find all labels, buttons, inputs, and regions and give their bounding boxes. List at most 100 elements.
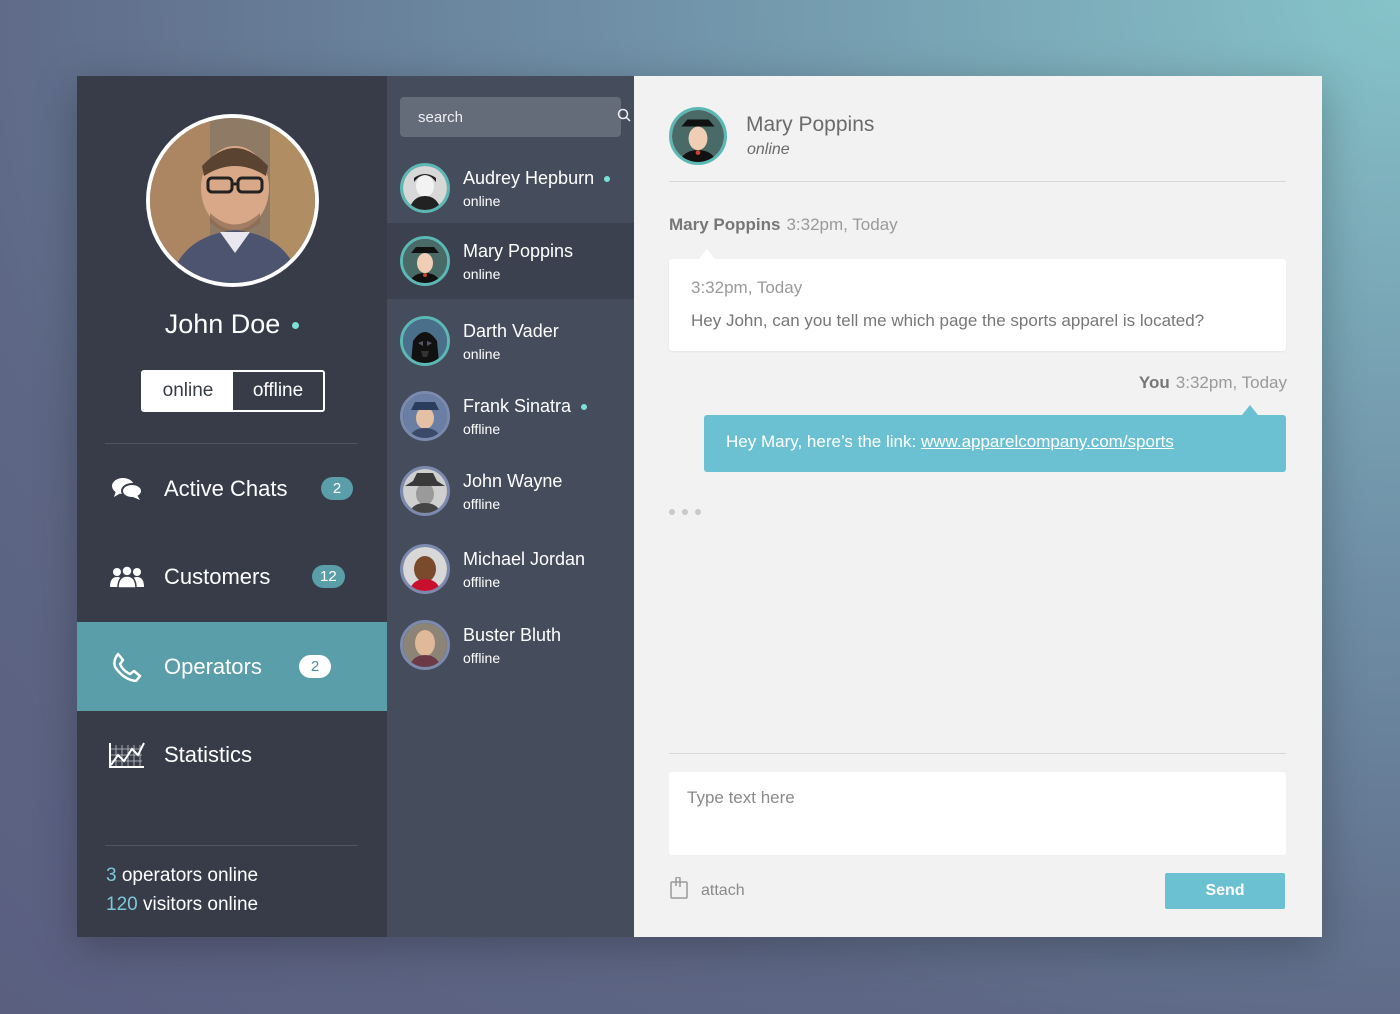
contact-name: Darth Vader: [463, 321, 559, 342]
message-text: Hey Mary, here’s the link: www.apparelco…: [726, 432, 1174, 452]
contact-name: Audrey Hepburn: [463, 167, 611, 189]
contact-item-john-wayne[interactable]: John Wayne offline: [387, 453, 634, 529]
contact-item-frank-sinatra[interactable]: Frank Sinatra offline: [387, 378, 634, 454]
nav-label: Statistics: [164, 741, 253, 767]
header-divider: [669, 181, 1286, 182]
operators-online-stat: 3 operators online: [106, 861, 258, 890]
contact-status: online: [463, 192, 501, 209]
online-dot: [581, 403, 588, 410]
search-box[interactable]: [400, 97, 631, 137]
outgoing-message-bubble: Hey Mary, here’s the link: www.apparelco…: [704, 405, 1286, 472]
chat-contact-name: Mary Poppins: [746, 113, 875, 136]
contact-name: Michael Jordan: [463, 549, 585, 570]
message-time: 3:32pm, Today: [1175, 373, 1287, 392]
message-input[interactable]: [687, 788, 1268, 839]
operators-label: operators online: [116, 865, 259, 886]
typing-dot: [669, 509, 675, 515]
contact-avatar: [400, 236, 450, 286]
send-button[interactable]: Send: [1165, 873, 1285, 909]
contact-status: offline: [463, 573, 501, 590]
nav-item-customers[interactable]: Customers 12: [77, 532, 387, 621]
status-online-option[interactable]: online: [143, 372, 233, 410]
nav-item-statistics[interactable]: Statistics: [77, 710, 387, 799]
contact-name: Buster Bluth: [463, 625, 561, 646]
contact-status: offline: [463, 420, 501, 437]
nav-label: Operators: [164, 653, 262, 679]
active-chats-badge: 2: [321, 477, 353, 500]
contact-status: offline: [463, 649, 501, 666]
nav-item-operators[interactable]: Operators 2: [77, 622, 387, 711]
contact-status: offline: [463, 495, 501, 512]
contact-item-mary-poppins[interactable]: Mary Poppins online: [387, 223, 634, 299]
contact-name-text: Michael Jordan: [463, 548, 586, 569]
chat-bubbles-icon: [107, 474, 147, 504]
message-text-prefix: Hey Mary, here’s the link:: [726, 432, 921, 451]
message-sender: You: [1138, 373, 1170, 392]
contact-item-audrey-hepburn[interactable]: Audrey Hepburn online: [387, 150, 634, 226]
customers-badge: 12: [312, 565, 345, 588]
contact-avatar: [400, 391, 450, 441]
outgoing-message-meta: You 3:32pm, Today: [1139, 373, 1287, 393]
profile-name-text: John Doe: [164, 309, 281, 339]
message-link[interactable]: www.apparelcompany.com/sports: [921, 432, 1174, 451]
status-offline-option[interactable]: offline: [233, 372, 323, 410]
people-icon: [107, 562, 147, 592]
contact-list-panel: Audrey Hepburn online Mary Poppins onlin…: [387, 76, 634, 937]
online-dot: [604, 175, 611, 182]
message-composer[interactable]: [669, 772, 1286, 855]
message-text: Hey John, can you tell me which page the…: [691, 311, 1205, 330]
typing-dot: [695, 509, 701, 515]
contact-avatar: [400, 163, 450, 213]
attach-label: attach: [701, 881, 745, 899]
typing-indicator: [669, 509, 701, 515]
contact-item-michael-jordan[interactable]: Michael Jordan offline: [387, 531, 634, 607]
nav-label: Active Chats: [164, 475, 288, 501]
visitors-online-stat: 120 visitors online: [106, 890, 258, 919]
operators-badge: 2: [299, 655, 331, 678]
contact-item-buster-bluth[interactable]: Buster Bluth offline: [387, 607, 634, 683]
contact-name-text: Audrey Hepburn: [463, 167, 595, 188]
contact-status: online: [463, 345, 501, 362]
profile-avatar[interactable]: [146, 114, 319, 287]
contact-avatar: [400, 466, 450, 516]
incoming-message-bubble: 3:32pm, Today Hey John, can you tell me …: [669, 249, 1286, 351]
contact-item-darth-vader[interactable]: Darth Vader online: [387, 303, 634, 379]
message-sender: Mary Poppins: [669, 215, 781, 234]
attach-button[interactable]: attach: [669, 876, 745, 904]
contact-name: Mary Poppins: [463, 241, 573, 262]
footer-stats: 3 operators online 120 visitors online: [106, 861, 258, 919]
chat-contact-status: online: [747, 141, 790, 158]
nav-label: Customers: [164, 563, 271, 589]
contact-name-text: Frank Sinatra: [463, 395, 572, 416]
contact-avatar: [400, 544, 450, 594]
divider: [105, 845, 358, 846]
visitors-label: visitors online: [137, 894, 259, 915]
search-input[interactable]: [418, 108, 617, 126]
online-status-dot: [292, 322, 300, 330]
visitors-count: 120: [106, 894, 138, 915]
contact-status: online: [463, 265, 501, 282]
contact-name-text: Mary Poppins: [463, 240, 574, 261]
contact-name-text: Buster Bluth: [463, 624, 562, 645]
contact-name: Frank Sinatra: [463, 395, 588, 417]
contact-name-text: Darth Vader: [463, 320, 559, 341]
incoming-message-meta: Mary Poppins 3:32pm, Today: [669, 215, 898, 235]
chat-panel: Mary Poppins online Mary Poppins 3:32pm, …: [634, 76, 1322, 937]
contact-name: John Wayne: [463, 471, 562, 492]
contact-name-text: John Wayne: [463, 470, 563, 491]
attachment-icon: [669, 876, 689, 904]
chart-icon: [107, 740, 147, 770]
composer-divider: [669, 753, 1286, 754]
chat-contact-avatar[interactable]: [669, 107, 727, 165]
left-sidebar: John Doe online offline Active Chats 2 C…: [77, 76, 387, 937]
nav-item-active-chats[interactable]: Active Chats 2: [77, 444, 387, 533]
status-toggle[interactable]: online offline: [141, 370, 325, 412]
typing-dot: [682, 509, 688, 515]
search-icon[interactable]: [617, 108, 631, 126]
contact-avatar: [400, 620, 450, 670]
message-time: 3:32pm, Today: [786, 215, 898, 234]
operators-count: 3: [106, 865, 117, 886]
profile-name: John Doe: [77, 309, 387, 340]
phone-icon: [107, 652, 147, 682]
message-inner-time: 3:32pm, Today: [691, 278, 803, 297]
